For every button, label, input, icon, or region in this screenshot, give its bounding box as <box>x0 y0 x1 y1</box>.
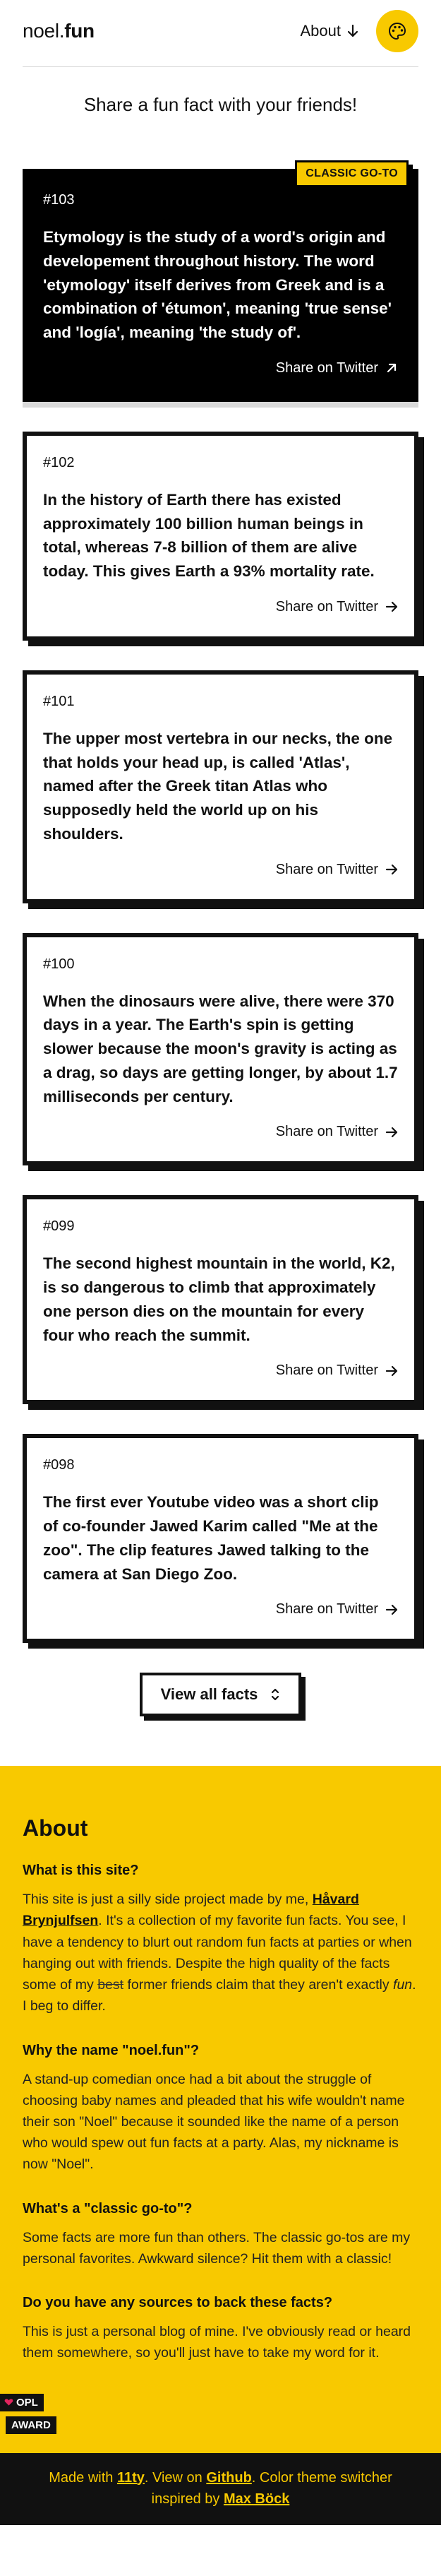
faq-question: Why the name "noel.fun"? <box>23 2042 200 2058</box>
palette-icon <box>388 22 406 40</box>
fact-card: #098 The first ever Youtube video was a … <box>23 1434 418 1644</box>
nav-about-link[interactable]: About <box>301 22 360 40</box>
answer-text: This site is just a silly side project m… <box>23 1892 313 1908</box>
faq-question: What's a "classic go-to"? <box>23 2200 193 2216</box>
fact-number: #101 <box>43 693 75 709</box>
faq-answer: A stand-up comedian once had a bit about… <box>23 2071 405 2173</box>
fact-number: #100 <box>43 956 75 972</box>
site-footer: Made with 11ty. View on Github. Color th… <box>0 2452 441 2525</box>
nav-about-label: About <box>300 22 342 40</box>
share-on-twitter-link[interactable]: Share on Twitter <box>43 1363 398 1379</box>
share-label: Share on Twitter <box>275 598 378 615</box>
chevron-up-down-icon <box>272 1689 279 1701</box>
about-title: About <box>23 1815 88 1841</box>
fact-text: In the history of Earth there has existe… <box>43 490 375 580</box>
faq-answer: This is just a personal blog of mine. I'… <box>23 2324 411 2361</box>
site-header: noel.fun About <box>23 0 418 67</box>
arrow-up-right-icon <box>387 364 397 373</box>
site-logo[interactable]: noel.fun <box>23 20 95 42</box>
share-on-twitter-link[interactable]: Share on Twitter <box>43 360 398 376</box>
arrow-right-icon <box>385 1127 398 1137</box>
classic-go-to-badge: CLASSIC GO-TO <box>295 160 409 187</box>
arrow-right-icon <box>385 1604 398 1615</box>
fact-text: Etymology is the study of a word's origi… <box>43 228 392 341</box>
share-label: Share on Twitter <box>275 360 378 376</box>
strikethrough-text: best <box>97 1977 124 1993</box>
faq-question: Do you have any sources to back these fa… <box>23 2295 333 2311</box>
max-bock-link[interactable]: Max Böck <box>224 2491 289 2507</box>
share-on-twitter-link[interactable]: Share on Twitter <box>43 862 398 878</box>
fact-text: The upper most vertebra in our necks, th… <box>43 729 393 843</box>
fact-number: #098 <box>43 1457 75 1473</box>
fact-number: #103 <box>43 192 75 208</box>
view-all-facts-button[interactable]: View all facts <box>139 1673 302 1717</box>
theme-switcher-button[interactable] <box>376 10 418 52</box>
faq-answer: This site is just a silly side project m… <box>23 1889 418 2017</box>
view-all-container: View all facts <box>0 1673 441 1717</box>
arrow-right-icon <box>385 864 398 875</box>
opl-award-badge[interactable]: OPL AWARD <box>0 2393 61 2453</box>
share-label: Share on Twitter <box>275 1601 378 1618</box>
arrow-down-icon <box>347 24 358 37</box>
view-all-label: View all facts <box>160 1685 258 1704</box>
heart-icon <box>4 2399 13 2406</box>
arrow-right-icon <box>385 1365 398 1376</box>
share-label: Share on Twitter <box>275 1363 378 1379</box>
fact-text: The second highest mountain in the world… <box>43 1254 395 1344</box>
fact-number: #102 <box>43 454 75 470</box>
fact-card: #102 In the history of Earth there has e… <box>23 431 418 641</box>
share-label: Share on Twitter <box>275 861 378 877</box>
facts-list: CLASSIC GO-TO #103 Etymology is the stud… <box>0 160 441 1644</box>
fact-card-featured: CLASSIC GO-TO #103 Etymology is the stud… <box>23 160 418 408</box>
tagline: Share a fun fact with your friends! <box>83 94 358 115</box>
about-section: About What is this site? This site is ju… <box>0 1766 441 2453</box>
share-on-twitter-link[interactable]: Share on Twitter <box>43 1601 398 1618</box>
answer-text: former friends claim that they aren't ex… <box>123 1977 394 1993</box>
footer-text: . View on <box>144 2469 207 2486</box>
share-label: Share on Twitter <box>275 1124 378 1140</box>
share-on-twitter-link[interactable]: Share on Twitter <box>43 1124 398 1140</box>
fact-number: #099 <box>43 1218 75 1235</box>
footer-text: Made with <box>49 2469 117 2486</box>
logo-bold: fun <box>64 20 95 42</box>
fact-text: The first ever Youtube video was a short… <box>43 1493 379 1583</box>
emphasis-text: fun <box>393 1977 413 1993</box>
faq-question: What is this site? <box>23 1863 139 1879</box>
fact-card: #100 When the dinosaurs were alive, ther… <box>23 932 418 1166</box>
opl-label: OPL <box>16 2396 38 2409</box>
arrow-right-icon <box>385 602 398 612</box>
fact-card: #099 The second highest mountain in the … <box>23 1195 418 1405</box>
eleventy-link[interactable]: 11ty <box>117 2470 145 2486</box>
opl-top-label: OPL <box>0 2393 44 2411</box>
share-on-twitter-link[interactable]: Share on Twitter <box>43 599 398 615</box>
opl-award-label: AWARD <box>6 2416 56 2434</box>
github-link[interactable]: Github <box>206 2470 251 2486</box>
fact-card: #101 The upper most vertebra in our neck… <box>23 670 418 903</box>
logo-prefix: noel. <box>23 20 65 42</box>
fact-text: When the dinosaurs were alive, there wer… <box>43 992 398 1105</box>
faq-answer: Some facts are more fun than others. The… <box>23 2229 411 2267</box>
